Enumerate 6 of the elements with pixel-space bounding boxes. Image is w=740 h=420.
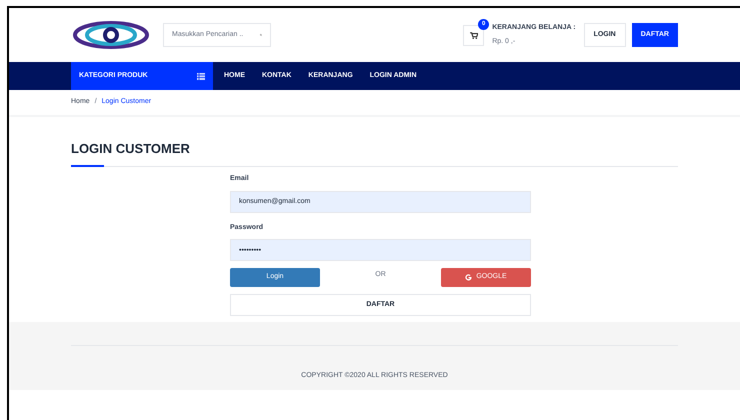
cart-icon	[470, 32, 478, 38]
google-icon	[465, 274, 472, 281]
logo-icon	[71, 19, 151, 51]
title-underline	[71, 165, 104, 167]
page-title: LOGIN CUSTOMER	[71, 141, 190, 156]
list-icon	[197, 72, 205, 80]
